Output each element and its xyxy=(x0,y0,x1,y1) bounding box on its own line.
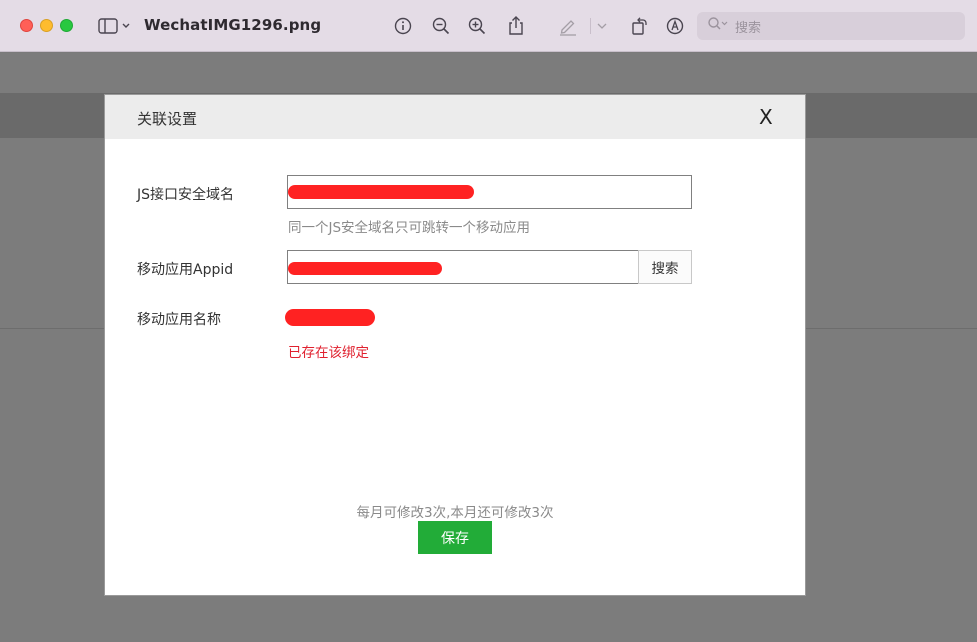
annotate-icon[interactable] xyxy=(663,14,687,38)
search-field[interactable]: 搜索 xyxy=(697,12,965,40)
toolbar-separator xyxy=(590,18,591,34)
appid-search-button[interactable]: 搜索 xyxy=(638,250,692,284)
share-icon[interactable] xyxy=(504,14,528,38)
zoom-in-icon[interactable] xyxy=(465,14,489,38)
binding-exists-error: 已存在该绑定 xyxy=(288,345,369,361)
window-titlebar: WechatIMG1296.png 搜索 xyxy=(0,0,977,52)
redaction-mark xyxy=(288,185,474,199)
markup-pen-icon[interactable] xyxy=(556,14,580,38)
dialog-title: 关联设置 xyxy=(137,110,198,128)
sidebar-toggle-icon[interactable] xyxy=(96,14,134,38)
redaction-mark xyxy=(288,262,442,275)
appid-label: 移动应用Appid xyxy=(137,262,234,278)
minimize-window-button[interactable] xyxy=(40,19,53,32)
js-domain-hint: 同一个JS安全域名只可跳转一个移动应用 xyxy=(288,220,531,236)
rotate-icon[interactable] xyxy=(627,14,651,38)
window-title: WechatIMG1296.png xyxy=(144,16,322,34)
save-button[interactable]: 保存 xyxy=(418,521,492,554)
search-icon xyxy=(707,16,729,36)
appid-input[interactable] xyxy=(287,250,639,284)
modification-quota-text: 每月可修改3次,本月还可修改3次 xyxy=(356,505,554,521)
info-icon[interactable] xyxy=(391,14,415,38)
app-name-label: 移动应用名称 xyxy=(137,312,221,328)
link-settings-dialog: 关联设置 X JS接口安全域名 同一个JS安全域名只可跳转一个移动应用 移动应用… xyxy=(104,94,806,596)
zoom-out-icon[interactable] xyxy=(429,14,453,38)
search-placeholder: 搜索 xyxy=(735,20,762,36)
close-dialog-button[interactable]: X xyxy=(759,105,773,129)
close-window-button[interactable] xyxy=(20,19,33,32)
app-name-redacted-value xyxy=(285,309,375,326)
js-domain-input[interactable] xyxy=(287,175,692,209)
js-domain-label: JS接口安全域名 xyxy=(137,187,235,203)
dialog-header: 关联设置 X xyxy=(105,95,805,139)
chevron-down-icon[interactable] xyxy=(592,14,612,38)
fullscreen-window-button[interactable] xyxy=(60,19,73,32)
